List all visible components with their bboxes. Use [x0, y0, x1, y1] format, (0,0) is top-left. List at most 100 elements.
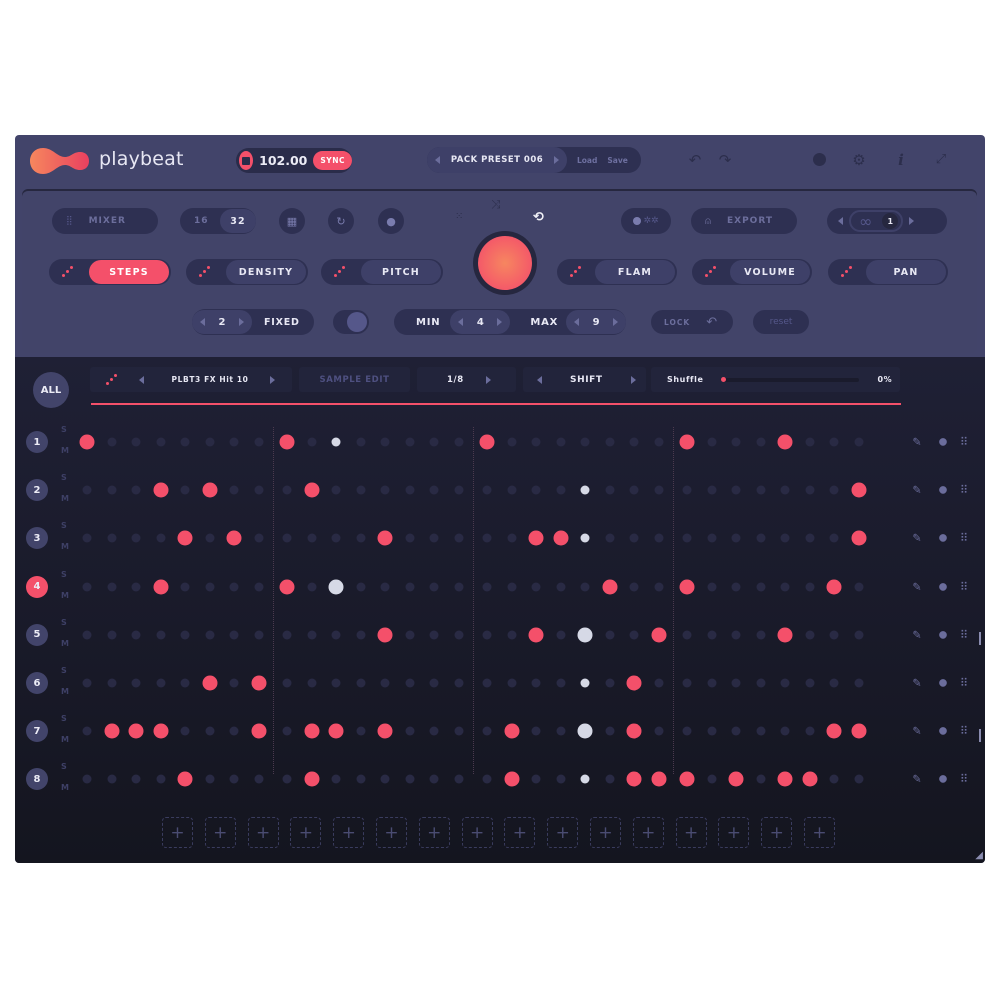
- step-cell[interactable]: [756, 485, 765, 495]
- step-cell[interactable]: [82, 630, 92, 640]
- step-cell[interactable]: [780, 485, 790, 495]
- step-cell[interactable]: [429, 726, 439, 736]
- increment-icon[interactable]: [239, 318, 244, 326]
- step-cell[interactable]: [654, 437, 663, 447]
- mode-density[interactable]: DENSITY: [186, 259, 308, 285]
- step-cell[interactable]: [556, 485, 565, 495]
- step-cell[interactable]: [405, 630, 414, 640]
- step-cell[interactable]: [826, 723, 842, 739]
- step-cell[interactable]: [507, 630, 516, 640]
- redo-icon[interactable]: ↷: [716, 151, 734, 169]
- step-cell[interactable]: [829, 533, 839, 543]
- step-cell[interactable]: [331, 437, 341, 447]
- step-cell[interactable]: [854, 678, 863, 688]
- pattern-view-toggle[interactable]: ✲✲: [621, 208, 671, 234]
- step-cell[interactable]: [202, 675, 217, 691]
- randomize-icon[interactable]: ⟲: [533, 210, 544, 225]
- step-cell[interactable]: [851, 530, 866, 546]
- step-cell[interactable]: [577, 723, 593, 739]
- step-cell[interactable]: [805, 726, 814, 736]
- step-cell[interactable]: [629, 582, 639, 592]
- step-cell[interactable]: [654, 726, 663, 736]
- step-cell[interactable]: [279, 579, 295, 595]
- step-cell[interactable]: [851, 723, 866, 739]
- undo-icon[interactable]: ↶: [686, 151, 704, 169]
- step-cell[interactable]: [605, 485, 614, 495]
- step-cell[interactable]: [854, 630, 863, 640]
- step-cell[interactable]: [507, 437, 516, 447]
- step-cell[interactable]: [756, 533, 765, 543]
- add-track-button[interactable]: +: [632, 817, 664, 848]
- step-cell[interactable]: [205, 582, 214, 592]
- step-cell[interactable]: [780, 678, 790, 688]
- step-cell[interactable]: [331, 485, 341, 495]
- step-cell[interactable]: [82, 726, 92, 736]
- track-number-8[interactable]: 8: [26, 768, 48, 791]
- scrollbar-marker[interactable]: [979, 632, 981, 645]
- save-button[interactable]: Save: [607, 156, 627, 165]
- step-cell[interactable]: [156, 678, 165, 688]
- export-button[interactable]: ⍝ EXPORT: [691, 208, 797, 234]
- shift-right-icon[interactable]: [630, 375, 636, 384]
- step-cell[interactable]: [107, 485, 116, 495]
- step-cell[interactable]: [405, 533, 414, 543]
- step-cell[interactable]: [531, 774, 541, 784]
- step-cell[interactable]: [580, 533, 590, 543]
- step-cell[interactable]: [805, 630, 814, 640]
- step-cell[interactable]: [82, 678, 92, 688]
- mode-pitch[interactable]: PITCH: [321, 259, 443, 285]
- decrement-icon[interactable]: [574, 318, 580, 326]
- lock-icon[interactable]: ●: [939, 533, 948, 544]
- solo-button[interactable]: S: [61, 425, 67, 434]
- step-cell[interactable]: [654, 485, 663, 495]
- all-button[interactable]: ALL: [33, 372, 69, 408]
- step-cell[interactable]: [728, 771, 744, 787]
- add-track-button[interactable]: +: [162, 817, 193, 848]
- drag-handle-icon[interactable]: ⠿: [960, 677, 968, 690]
- step-cell[interactable]: [156, 774, 165, 784]
- step-cell[interactable]: [156, 533, 165, 543]
- step-cell[interactable]: [82, 582, 92, 592]
- step-cell[interactable]: [780, 533, 790, 543]
- step-cell[interactable]: [654, 533, 663, 543]
- step-cell[interactable]: [682, 533, 692, 543]
- step-cell[interactable]: [507, 678, 516, 688]
- step-cell[interactable]: [205, 437, 214, 447]
- step-cell[interactable]: [282, 678, 292, 688]
- step-cell[interactable]: [429, 582, 439, 592]
- step-cell[interactable]: [429, 533, 439, 543]
- step-cell[interactable]: [482, 485, 492, 495]
- step-cell[interactable]: [405, 582, 414, 592]
- step-cell[interactable]: [282, 485, 292, 495]
- step-cell[interactable]: [205, 630, 214, 640]
- reset-button[interactable]: reset: [753, 310, 809, 334]
- step-cell[interactable]: [805, 582, 814, 592]
- solo-button[interactable]: S: [61, 666, 67, 675]
- step-cell[interactable]: [482, 726, 492, 736]
- add-track-button[interactable]: +: [461, 817, 493, 848]
- step-cell[interactable]: [202, 482, 217, 498]
- step-cell[interactable]: [580, 774, 590, 784]
- step-cell[interactable]: [805, 485, 814, 495]
- step-cell[interactable]: [507, 485, 516, 495]
- solo-button[interactable]: S: [61, 762, 67, 771]
- step-cell[interactable]: [829, 437, 839, 447]
- prev-sample-icon[interactable]: [139, 375, 144, 384]
- step-cell[interactable]: [531, 678, 541, 688]
- lock-icon[interactable]: ●: [939, 678, 948, 689]
- next-preset-icon[interactable]: [553, 156, 559, 164]
- step-cell[interactable]: [251, 675, 266, 691]
- step-cell[interactable]: [128, 723, 144, 739]
- step-cell[interactable]: [307, 437, 316, 447]
- generate-button[interactable]: [478, 236, 532, 290]
- step-count-16[interactable]: 16: [194, 216, 216, 226]
- step-cell[interactable]: [377, 627, 393, 643]
- step-cell[interactable]: [153, 579, 168, 595]
- step-cell[interactable]: [805, 678, 814, 688]
- add-track-button[interactable]: +: [418, 817, 450, 848]
- step-cell[interactable]: [226, 530, 242, 546]
- add-track-button[interactable]: +: [290, 817, 322, 848]
- mode-volume[interactable]: VOLUME: [692, 259, 812, 285]
- step-cell[interactable]: [531, 582, 541, 592]
- step-cell[interactable]: [731, 630, 741, 640]
